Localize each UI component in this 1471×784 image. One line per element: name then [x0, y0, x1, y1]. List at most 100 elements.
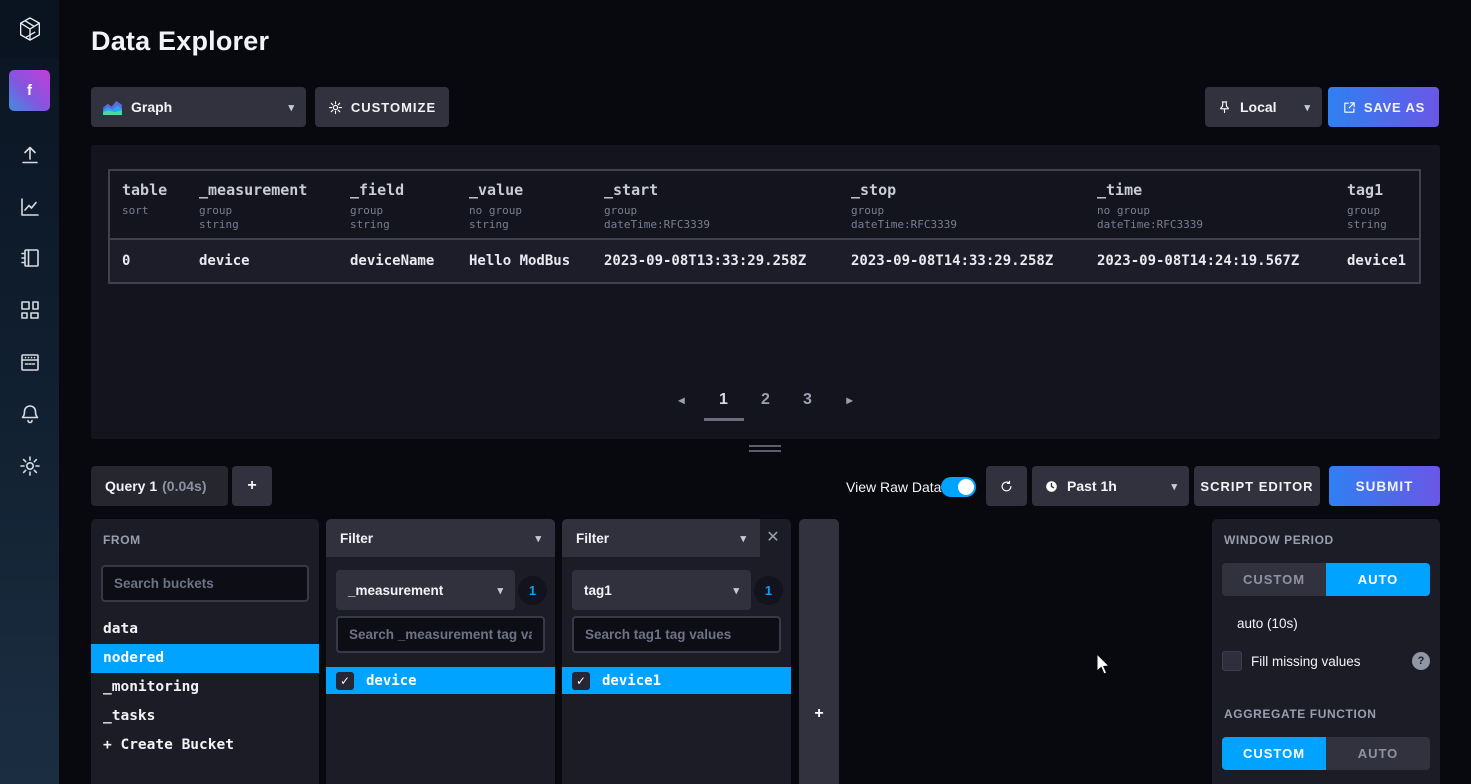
- submit-button[interactable]: SUBMIT: [1329, 466, 1440, 506]
- tag-value-item-device[interactable]: ✓ device: [326, 667, 555, 694]
- tag-value-search-input[interactable]: [336, 616, 545, 653]
- caret-down-icon: ▾: [740, 532, 746, 545]
- visualization-type-label: Graph: [131, 99, 172, 115]
- visualization-type-dropdown[interactable]: Graph ▾: [91, 87, 306, 127]
- table-cell: device: [187, 240, 338, 282]
- plus-icon: +: [799, 705, 839, 723]
- tag-key-label: _measurement: [348, 583, 443, 598]
- export-icon: [1342, 100, 1357, 115]
- table-cell: 2023-09-08T14:33:29.258Z: [839, 240, 1085, 282]
- customize-button[interactable]: CUSTOMIZE: [315, 87, 449, 127]
- mouse-cursor: [1095, 653, 1113, 682]
- panel-resize-handle[interactable]: [749, 445, 781, 455]
- column-header: _start: [604, 181, 839, 199]
- bucket-item-tasks[interactable]: _tasks: [91, 702, 319, 731]
- filter-type-dropdown[interactable]: Filter ▾: [562, 519, 760, 557]
- refresh-button[interactable]: [986, 466, 1027, 506]
- pagination-page-3[interactable]: 3: [787, 383, 829, 417]
- column-header: _field: [350, 181, 457, 199]
- upload-icon[interactable]: [18, 143, 42, 167]
- filter-card-tag1: Filter ▾ ✕ tag1 ▾ 1 ✓ device1: [562, 519, 791, 784]
- clock-icon: [1044, 479, 1059, 494]
- save-as-label: SAVE AS: [1364, 100, 1425, 115]
- pagination-next-icon[interactable]: ▸: [829, 383, 871, 417]
- pagination-page-1[interactable]: 1: [703, 383, 745, 417]
- settings-gear-icon[interactable]: [18, 454, 42, 478]
- column-header: _value: [469, 181, 592, 199]
- window-period-segmented-control: CUSTOM AUTO: [1222, 563, 1430, 596]
- caret-down-icon: ▾: [497, 584, 503, 597]
- filter-card-measurement: Filter ▾ _measurement ▾ 1 ✓ device: [326, 519, 555, 784]
- window-custom-button[interactable]: CUSTOM: [1222, 563, 1326, 596]
- column-header: table: [122, 181, 187, 199]
- bucket-search-input[interactable]: [101, 565, 309, 602]
- view-raw-data-toggle[interactable]: [941, 477, 976, 497]
- selected-count-badge: 1: [518, 576, 547, 605]
- bucket-item-monitoring[interactable]: _monitoring: [91, 673, 319, 702]
- fill-missing-values-row: Fill missing values ?: [1222, 650, 1430, 672]
- tag-key-dropdown[interactable]: _measurement ▾: [336, 570, 515, 610]
- window-period-title: WINDOW PERIOD: [1224, 533, 1334, 547]
- table-cell: 2023-09-08T14:24:19.567Z: [1085, 240, 1335, 282]
- tag-value-item-device1[interactable]: ✓ device1: [562, 667, 791, 694]
- script-editor-button[interactable]: SCRIPT EDITOR: [1194, 466, 1320, 506]
- bucket-list: data nodered _monitoring _tasks + Create…: [91, 615, 319, 760]
- caret-down-icon: ▾: [288, 101, 294, 114]
- page-title: Data Explorer: [91, 26, 269, 57]
- local-label: Local: [1240, 99, 1277, 115]
- aggregate-function-title: AGGREGATE FUNCTION: [1224, 707, 1377, 721]
- dashboards-icon[interactable]: [18, 298, 42, 322]
- refresh-icon: [999, 479, 1014, 494]
- time-range-label: Past 1h: [1067, 478, 1117, 494]
- filter-type-label: Filter: [340, 531, 373, 546]
- caret-down-icon: ▾: [535, 532, 541, 545]
- checkbox-checked-icon[interactable]: ✓: [572, 672, 590, 690]
- tag-key-label: tag1: [584, 583, 612, 598]
- aggregate-auto-button[interactable]: AUTO: [1326, 737, 1430, 770]
- checkbox-checked-icon[interactable]: ✓: [336, 672, 354, 690]
- view-raw-data-label: View Raw Data: [846, 479, 941, 495]
- pagination-prev-icon[interactable]: ◂: [661, 383, 703, 417]
- help-icon[interactable]: ?: [1412, 652, 1430, 670]
- alerts-bell-icon[interactable]: [18, 402, 42, 426]
- tag-value-label: device: [366, 673, 417, 689]
- pagination-page-2[interactable]: 2: [745, 383, 787, 417]
- add-filter-card-button[interactable]: +: [799, 519, 839, 784]
- raw-data-panel: tablesort _measurementgroupstring _field…: [91, 145, 1440, 439]
- caret-down-icon: ▾: [1304, 101, 1310, 114]
- from-bucket-card: FROM data nodered _monitoring _tasks + C…: [91, 519, 319, 784]
- save-as-button[interactable]: SAVE AS: [1328, 87, 1439, 127]
- filter-type-dropdown[interactable]: Filter ▾: [326, 519, 555, 557]
- time-range-dropdown[interactable]: Past 1h ▾: [1032, 466, 1189, 506]
- aggregate-custom-button[interactable]: CUSTOM: [1222, 737, 1326, 770]
- create-bucket-button[interactable]: + Create Bucket: [91, 731, 319, 760]
- submit-label: SUBMIT: [1356, 479, 1414, 494]
- customize-label: CUSTOMIZE: [351, 100, 436, 115]
- tasks-calendar-icon[interactable]: [18, 350, 42, 374]
- notebooks-icon[interactable]: [18, 246, 42, 270]
- table-cell: 0: [110, 240, 187, 282]
- tag-value-label: device1: [602, 673, 661, 689]
- aggregate-segmented-control: CUSTOM AUTO: [1222, 737, 1430, 770]
- window-auto-button[interactable]: AUTO: [1326, 563, 1430, 596]
- tag-key-dropdown[interactable]: tag1 ▾: [572, 570, 751, 610]
- influxdb-logo-icon[interactable]: [0, 0, 59, 58]
- query-tab-label: Query 1: [105, 478, 157, 494]
- table-cell: deviceName: [338, 240, 457, 282]
- bucket-item-nodered[interactable]: nodered: [91, 644, 319, 673]
- data-explorer-icon[interactable]: [18, 195, 42, 219]
- window-period-card: WINDOW PERIOD CUSTOM AUTO auto (10s) Fil…: [1212, 519, 1440, 784]
- bucket-item-data[interactable]: data: [91, 615, 319, 644]
- add-query-button[interactable]: +: [232, 466, 272, 506]
- local-dropdown[interactable]: Local ▾: [1205, 87, 1322, 127]
- close-filter-icon[interactable]: ✕: [763, 528, 783, 548]
- filter-type-label: Filter: [576, 531, 609, 546]
- query-tab[interactable]: Query 1 (0.04s): [91, 466, 228, 506]
- gear-icon: [328, 100, 343, 115]
- fill-missing-values-checkbox[interactable]: [1222, 651, 1242, 671]
- column-header: _measurement: [199, 181, 338, 199]
- raw-data-table: tablesort _measurementgroupstring _field…: [108, 169, 1421, 284]
- tag-value-search-input[interactable]: [572, 616, 781, 653]
- avatar[interactable]: f: [9, 70, 50, 111]
- table-row: 0 device deviceName Hello ModBus 2023-09…: [110, 238, 1419, 282]
